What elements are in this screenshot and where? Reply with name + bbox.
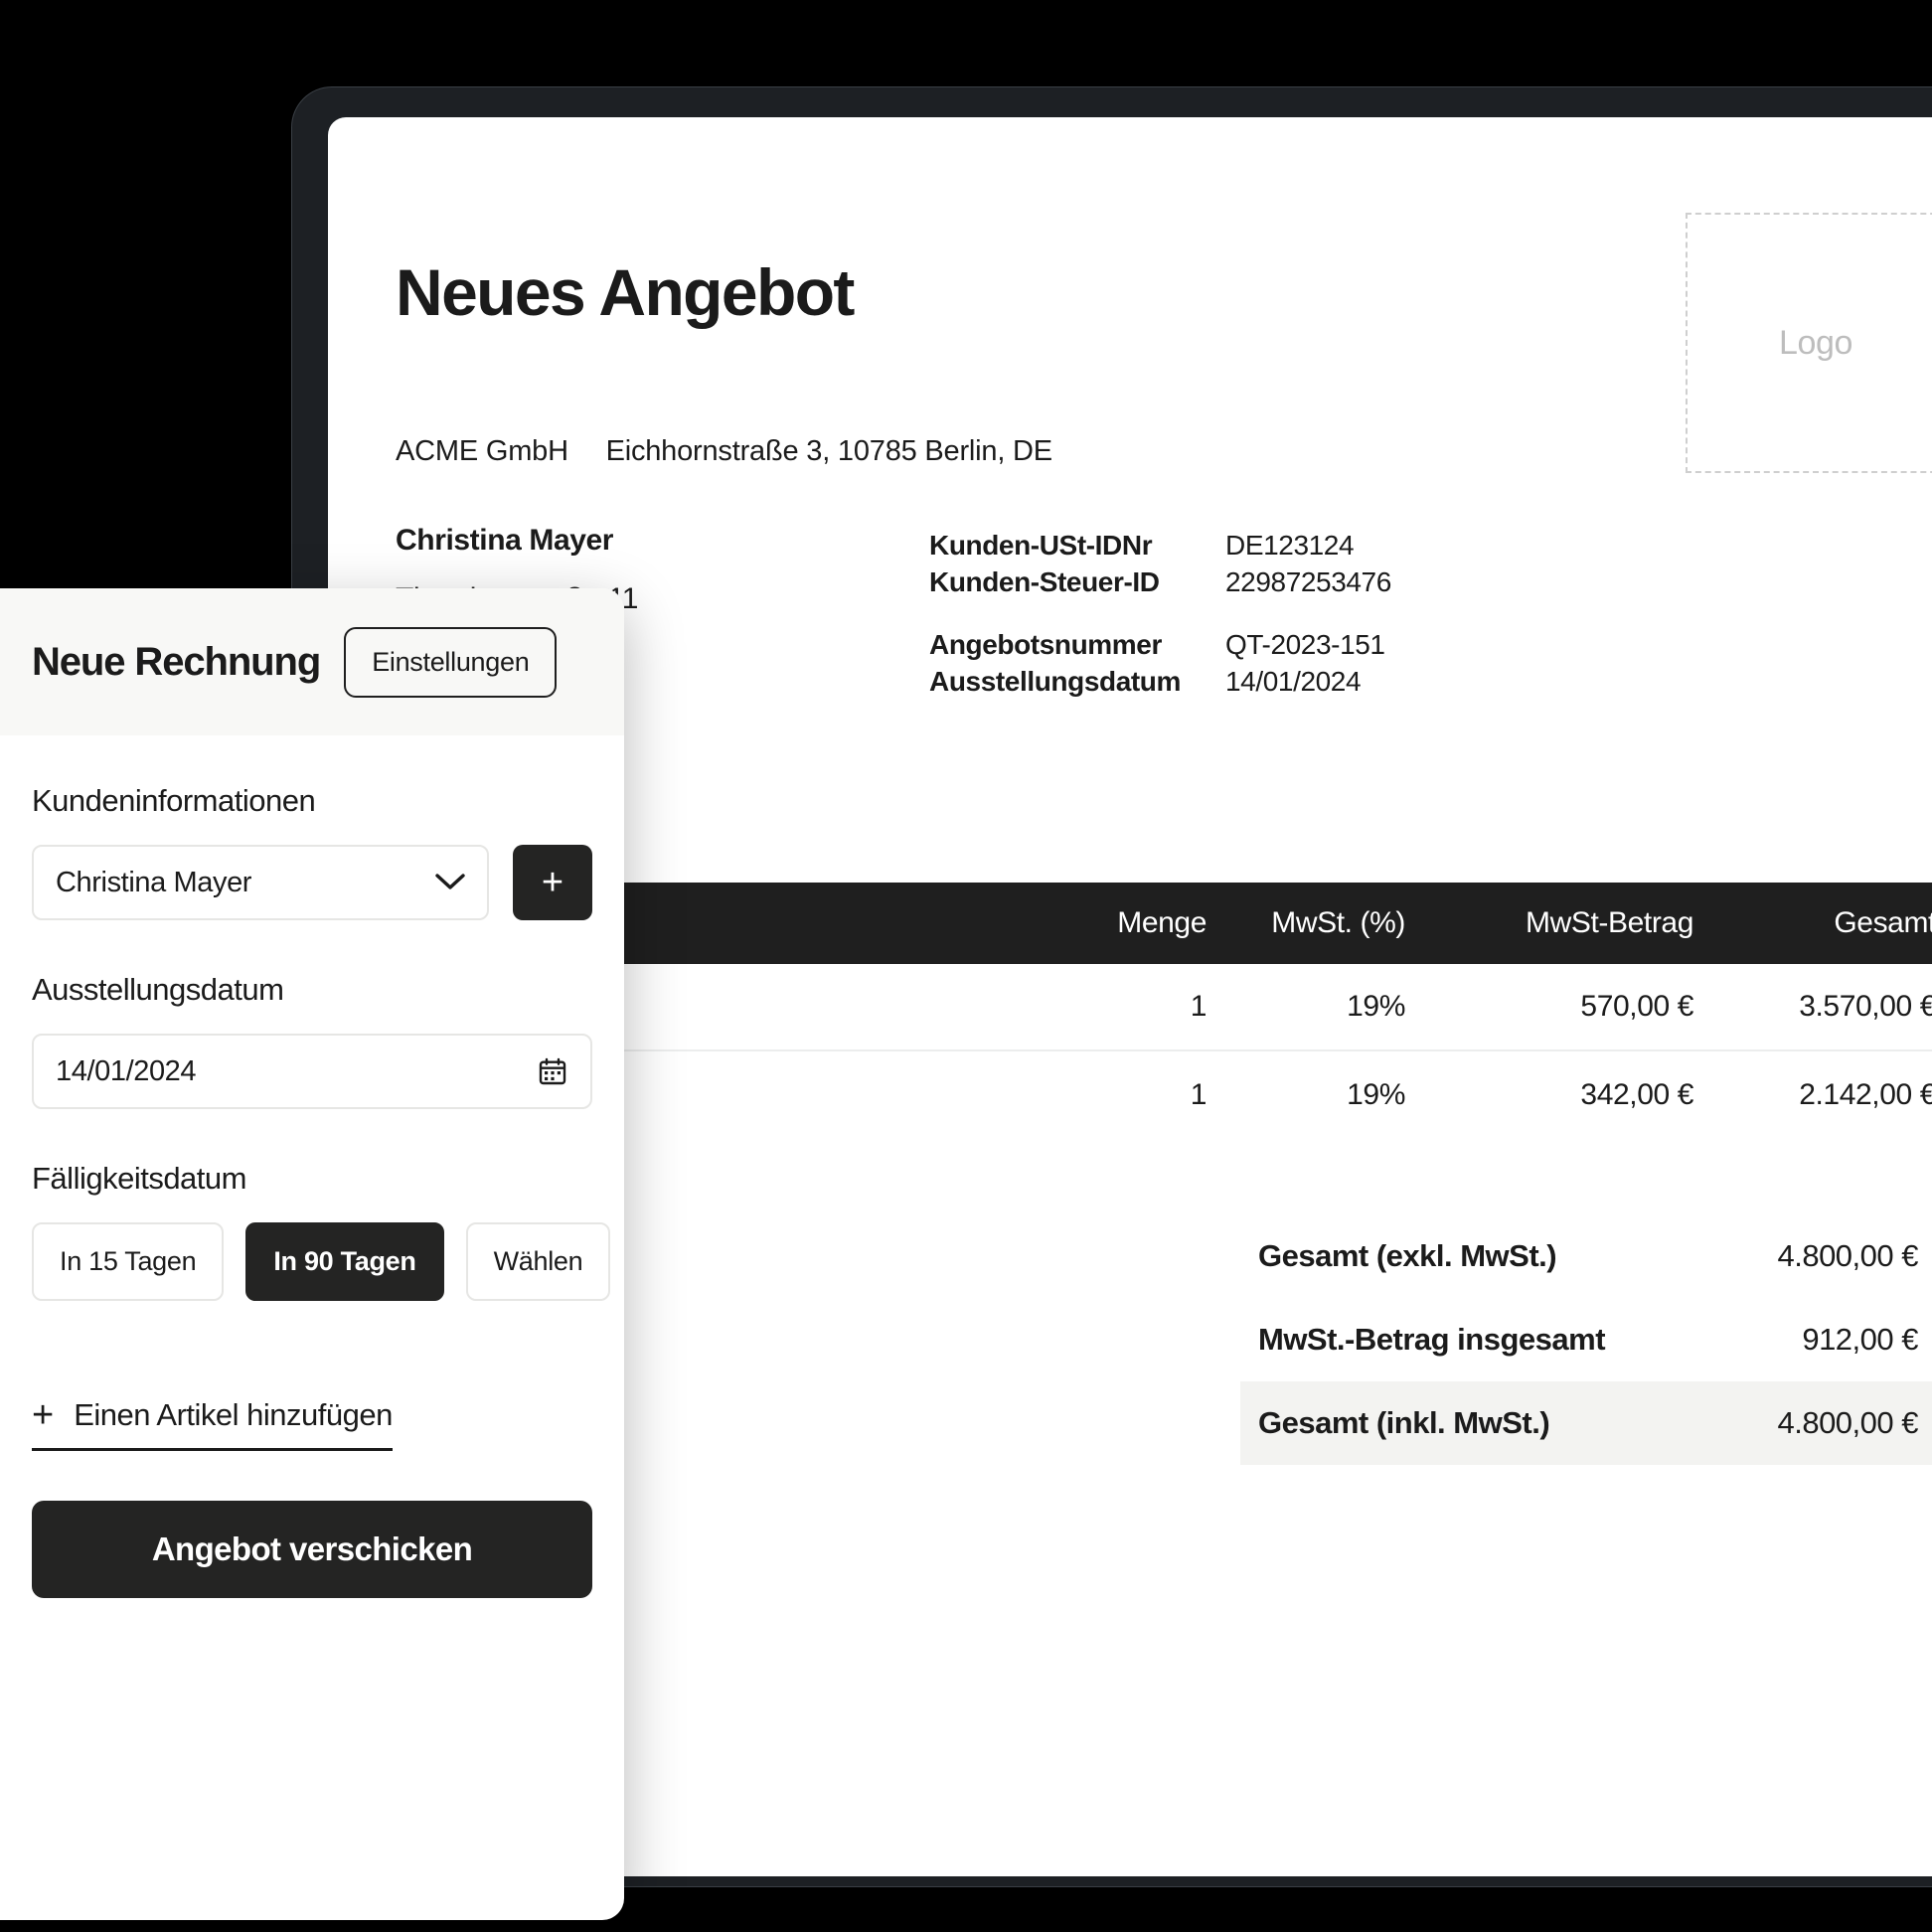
totals-label: Gesamt (exkl. MwSt.): [1258, 1238, 1557, 1273]
panel-title: Neue Rechnung: [32, 639, 321, 684]
totals-row-grand-total: Gesamt (inkl. MwSt.) 4.800,00 €: [1240, 1381, 1932, 1465]
settings-button[interactable]: Einstellungen: [344, 626, 558, 698]
cell-vat-rate: 19%: [1347, 1078, 1405, 1111]
meta-row: Ausstellungsdatum 14/01/2024: [929, 664, 1391, 701]
due-date-label: Fälligkeitsdatum: [32, 1161, 246, 1196]
column-header-vat-amount: MwSt-Betrag: [1526, 906, 1693, 939]
cell-total: 2.142,00 €: [1799, 1078, 1932, 1111]
due-date-option-custom[interactable]: Wählen: [465, 1222, 611, 1301]
add-item-button[interactable]: + Einen Artikel hinzufügen: [32, 1396, 393, 1451]
meta-label: Angebotsnummer: [929, 628, 1162, 660]
meta-row: Angebotsnummer QT-2023-151: [929, 627, 1391, 664]
meta-value: 14/01/2024: [1225, 665, 1362, 697]
bill-to-name: Christina Mayer: [396, 524, 614, 557]
send-quote-button[interactable]: Angebot verschicken: [32, 1501, 592, 1598]
column-header-total: Gesamt: [1834, 906, 1932, 939]
cell-vat-rate: 19%: [1347, 990, 1405, 1023]
totals-label: Gesamt (inkl. MwSt.): [1258, 1405, 1550, 1440]
plus-icon: +: [541, 862, 564, 903]
add-customer-button[interactable]: +: [513, 845, 592, 920]
cell-total: 3.570,00 €: [1799, 990, 1932, 1023]
panel-body: Kundeninformationen Christina Mayer + Au…: [0, 735, 624, 1598]
company-name: ACME GmbH: [396, 435, 568, 467]
issue-date-label: Ausstellungsdatum: [32, 972, 284, 1007]
totals-value: 912,00 €: [1802, 1322, 1918, 1357]
chevron-down-icon: [435, 874, 465, 891]
customer-select-value: Christina Mayer: [56, 866, 252, 898]
meta-label: Ausstellungsdatum: [929, 665, 1182, 697]
meta-value: QT-2023-151: [1225, 628, 1385, 660]
meta-label: Kunden-Steuer-ID: [929, 565, 1160, 597]
due-date-option-15-days[interactable]: In 15 Tagen: [32, 1222, 225, 1301]
meta-value: 22987253476: [1225, 565, 1391, 597]
totals-row-vat: MwSt.-Betrag insgesamt 912,00 €: [1240, 1298, 1932, 1381]
document-meta-area: Christina Mayer Theatinerstraße 11 Kunde…: [396, 524, 1932, 713]
customer-section-label: Kundeninformationen: [32, 783, 316, 818]
customer-row: Christina Mayer +: [32, 845, 592, 920]
due-date-options: In 15 Tagen In 90 Tagen Wählen: [32, 1222, 611, 1301]
new-invoice-panel: Neue Rechnung Einstellungen Kundeninform…: [0, 588, 624, 1920]
logo-placeholder-label: Logo: [1778, 323, 1853, 362]
meta-row: Kunden-Steuer-ID 22987253476: [929, 564, 1391, 601]
totals-value: 4.800,00 €: [1777, 1405, 1918, 1440]
column-header-vat-rate: MwSt. (%): [1271, 906, 1405, 939]
meta-row: Kunden-USt-IDNr DE123124: [929, 528, 1391, 564]
calendar-icon[interactable]: [537, 1055, 568, 1087]
totals-value: 4.800,00 €: [1777, 1238, 1918, 1273]
cell-vat-amount: 570,00 €: [1580, 990, 1693, 1023]
meta-group-quote-info: Angebotsnummer QT-2023-151 Ausstellungsd…: [929, 627, 1391, 701]
totals-label: MwSt.-Betrag insgesamt: [1258, 1322, 1606, 1357]
cell-quantity: 1: [1190, 1078, 1208, 1111]
cell-vat-amount: 342,00 €: [1580, 1078, 1693, 1111]
meta-value: DE123124: [1225, 530, 1355, 561]
add-item-label: Einen Artikel hinzufügen: [74, 1397, 393, 1432]
customer-select[interactable]: Christina Mayer: [32, 845, 489, 920]
totals-row-subtotal: Gesamt (exkl. MwSt.) 4.800,00 €: [1240, 1214, 1932, 1298]
issue-date-input[interactable]: 14/01/2024: [32, 1034, 592, 1109]
screenshot-root: Logo Neues Angebot ACME GmbH Eichhornstr…: [0, 0, 1932, 1932]
meta-label: Kunden-USt-IDNr: [929, 530, 1153, 561]
panel-header: Neue Rechnung Einstellungen: [0, 588, 624, 735]
quote-meta-table: Kunden-USt-IDNr DE123124 Kunden-Steuer-I…: [929, 528, 1391, 726]
plus-icon: +: [32, 1394, 55, 1436]
logo-placeholder[interactable]: Logo: [1686, 213, 1932, 473]
meta-group-customer-ids: Kunden-USt-IDNr DE123124 Kunden-Steuer-I…: [929, 528, 1391, 601]
cell-quantity: 1: [1190, 990, 1208, 1023]
column-header-quantity: Menge: [1117, 906, 1207, 939]
due-date-option-90-days[interactable]: In 90 Tagen: [245, 1222, 444, 1301]
issue-date-value: 14/01/2024: [56, 1054, 197, 1087]
totals-summary: Gesamt (exkl. MwSt.) 4.800,00 € MwSt.-Be…: [1240, 1214, 1932, 1465]
company-address: Eichhornstraße 3, 10785 Berlin, DE: [605, 435, 1053, 467]
